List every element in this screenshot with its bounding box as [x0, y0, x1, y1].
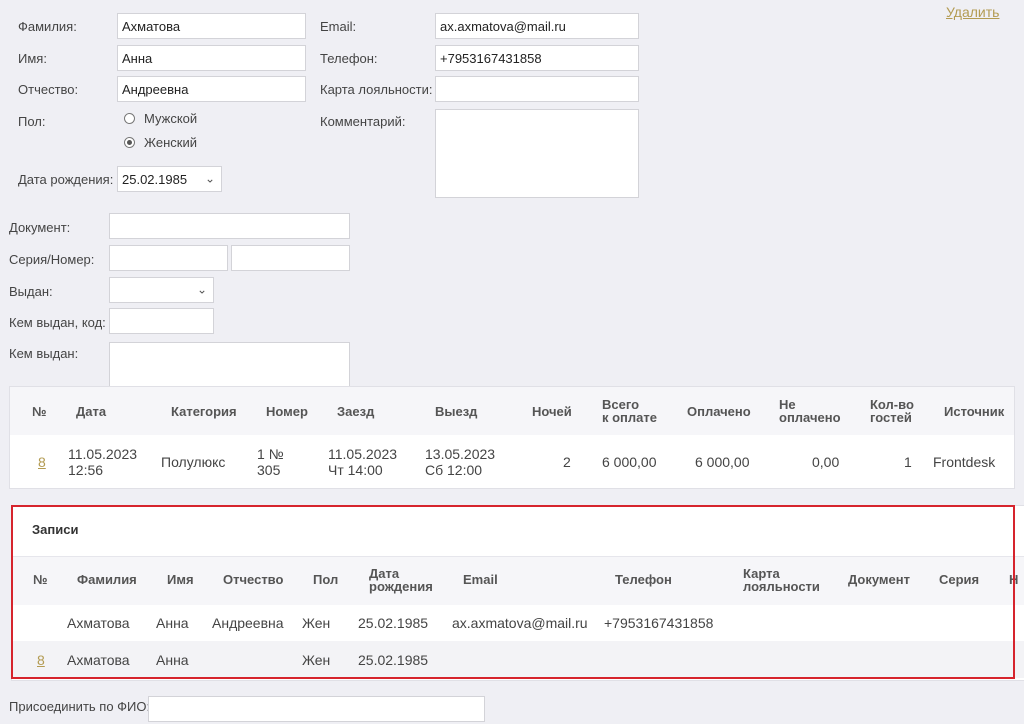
booking-checkout: 13.05.2023 Сб 12:00 — [425, 446, 496, 478]
booking-nights: 2 — [563, 454, 571, 470]
issuer-code-field[interactable] — [109, 308, 214, 334]
issued-label: Выдан: — [9, 284, 53, 299]
comment-textarea[interactable] — [435, 109, 639, 198]
gender-label: Пол: — [18, 114, 46, 129]
delete-link[interactable]: Удалить — [946, 4, 999, 20]
email-label: Email: — [320, 19, 357, 34]
col-num: № — [32, 404, 47, 419]
patronymic-field[interactable]: Андреевна — [117, 76, 306, 102]
join-by-name-field[interactable] — [148, 696, 485, 722]
comment-label: Комментарий: — [320, 114, 406, 129]
booking-total: 6 000,00 — [602, 454, 657, 470]
gender-female-radio[interactable] — [124, 137, 135, 148]
col-nights: Ночей — [532, 404, 572, 419]
name-label: Имя: — [18, 51, 47, 66]
booking-source: Frontdesk — [933, 454, 996, 470]
gender-male-label[interactable]: Мужской — [144, 111, 197, 126]
col-category: Категория — [171, 404, 237, 419]
series-number-label: Серия/Номер: — [9, 252, 95, 267]
document-field[interactable] — [109, 213, 350, 239]
birthdate-label: Дата рождения: — [18, 172, 114, 187]
surname-label: Фамилия: — [18, 19, 77, 34]
col-paid: Оплачено — [687, 404, 751, 419]
chevron-down-icon: ⌄ — [204, 171, 215, 186]
birthdate-select[interactable]: 25.02.1985 ⌄ — [117, 166, 222, 192]
issuer-code-label: Кем выдан, код: — [9, 315, 106, 330]
booking-guests: 1 — [904, 454, 912, 470]
chevron-down-icon: ⌄ — [196, 282, 207, 297]
booking-category: Полулюкс — [161, 454, 226, 470]
surname-field[interactable]: Ахматова — [117, 13, 306, 39]
issued-date-select[interactable]: ⌄ — [109, 277, 214, 303]
loyalty-label: Карта лояльности: — [320, 82, 433, 97]
col-checkin: Заезд — [337, 404, 375, 419]
col-source: Источник — [944, 404, 1005, 419]
booking-date: 11.05.2023 12:56 — [68, 446, 138, 478]
booking-room: 1 № 305 — [257, 446, 284, 478]
bookings-table: № Дата Категория Номер Заезд Выезд Ночей… — [9, 386, 1015, 489]
phone-field[interactable]: +7953167431858 — [435, 45, 639, 71]
loyalty-card-field[interactable] — [435, 76, 639, 102]
col-room: Номер — [266, 404, 308, 419]
booking-paid: 6 000,00 — [695, 454, 750, 470]
col-total: Всего к оплате — [602, 397, 657, 425]
booking-unpaid: 0,00 — [812, 454, 840, 470]
booking-number-link[interactable]: 8 — [38, 454, 46, 470]
phone-label: Телефон: — [320, 51, 378, 66]
highlight-frame — [11, 505, 1015, 679]
col-unpaid: Не оплачено — [779, 397, 841, 425]
join-label: Присоединить по ФИО: — [9, 699, 151, 714]
document-number-field[interactable] — [231, 245, 350, 271]
col-guests: Кол-во гостей — [870, 397, 914, 425]
issuer-label: Кем выдан: — [9, 346, 79, 361]
gender-female-label[interactable]: Женский — [144, 135, 197, 150]
gender-male-radio[interactable] — [124, 113, 135, 124]
bookings-header-row — [10, 387, 1014, 435]
birthdate-value: 25.02.1985 — [122, 171, 188, 187]
document-label: Документ: — [9, 220, 71, 235]
patronymic-label: Отчество: — [18, 82, 79, 97]
document-series-field[interactable] — [109, 245, 228, 271]
name-field[interactable]: Анна — [117, 45, 306, 71]
email-field[interactable]: ax.axmatova@mail.ru — [435, 13, 639, 39]
booking-checkin: 11.05.2023 Чт 14:00 — [328, 446, 398, 478]
col-date: Дата — [76, 404, 107, 419]
col-checkout: Выезд — [435, 404, 478, 419]
